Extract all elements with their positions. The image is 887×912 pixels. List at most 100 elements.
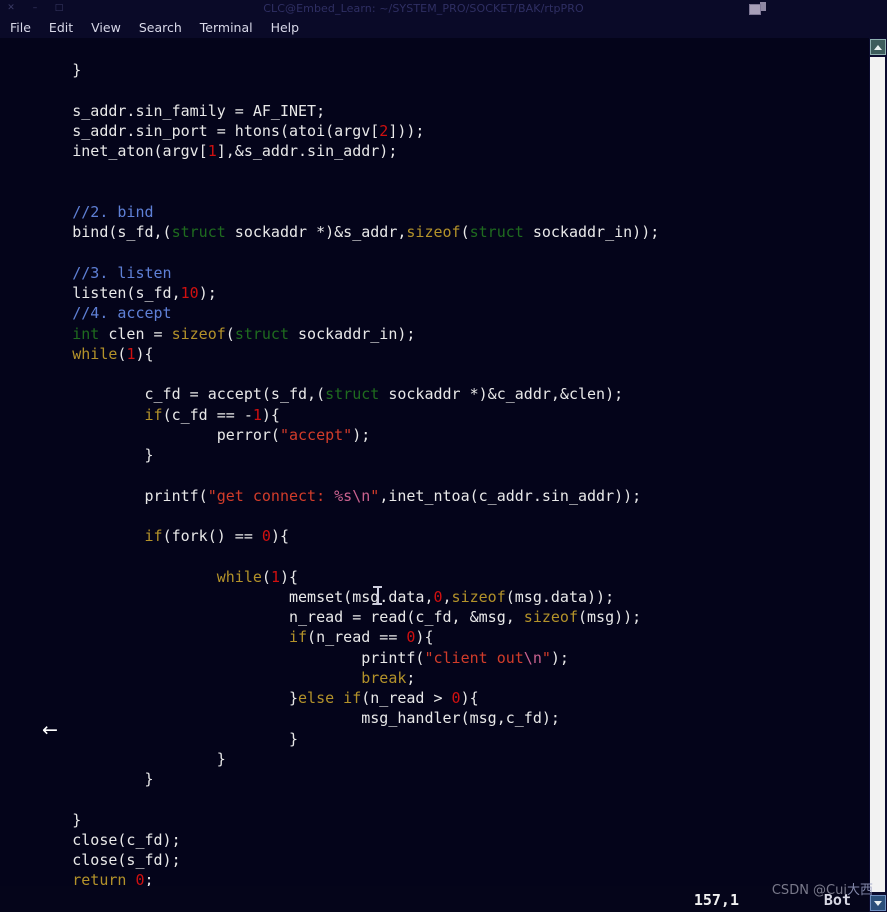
code-token: if: [144, 527, 163, 545]
code-token: (: [460, 223, 470, 242]
code-token: }: [0, 770, 154, 788]
code-token: ){: [279, 567, 299, 586]
menu-item-file[interactable]: File: [6, 20, 40, 35]
code-token: ": [370, 486, 380, 505]
code-token: ){: [415, 628, 434, 647]
code-token: struct: [234, 324, 289, 343]
menu-item-view[interactable]: View: [82, 20, 130, 35]
code-token: s_addr.sin_family = AF_INET;: [0, 101, 326, 120]
code-token: ){: [135, 344, 154, 363]
code-token: );: [352, 425, 371, 444]
menu-item-terminal[interactable]: Terminal: [191, 20, 262, 35]
code-line: }: [0, 769, 869, 789]
vim-code-buffer[interactable]: } s_addr.sin_family = AF_INET; s_addr.si…: [0, 38, 869, 891]
code-line: while(1){: [0, 567, 869, 587]
menu-item-search[interactable]: Search: [130, 20, 191, 35]
code-token: (n_read >: [361, 689, 452, 707]
code-token: ],&s_addr.sin_addr);: [216, 142, 398, 161]
code-token: 1: [207, 142, 217, 161]
code-token: ;: [406, 668, 416, 687]
code-line: //4. accept: [0, 303, 869, 323]
code-line: bind(s_fd,(struct sockaddr *)&s_addr,siz…: [0, 222, 869, 242]
code-token: (c_fd == -: [162, 405, 253, 424]
code-token: close(c_fd);: [0, 830, 181, 849]
restore-window-icon[interactable]: [749, 1, 767, 15]
code-line: n_read = read(c_fd, &msg, sizeof(msg));: [0, 607, 869, 627]
code-token: (n_read ==: [307, 628, 407, 647]
code-token: if: [144, 405, 163, 424]
code-token: 0: [433, 587, 443, 606]
code-line: close(s_fd);: [0, 850, 869, 870]
code-token: }: [0, 446, 154, 464]
code-line: }: [0, 810, 869, 830]
code-line: break;: [0, 668, 869, 688]
code-token: 0: [261, 527, 271, 545]
code-line: }: [0, 729, 869, 749]
menu-item-edit[interactable]: Edit: [40, 20, 82, 35]
code-token: sizeof: [523, 608, 578, 626]
code-token: ){: [261, 405, 280, 424]
window-title: CLC@Embed_Learn: ~/SYSTEM_PRO/SOCKET/BAK…: [263, 1, 584, 15]
code-token: ){: [270, 527, 289, 545]
code-token: printf(: [0, 648, 425, 667]
code-line: while(1){: [0, 344, 869, 364]
code-token: (fork() ==: [162, 527, 262, 545]
maximize-window-icon[interactable]: [54, 3, 64, 13]
code-token: sockaddr *)&s_addr,: [225, 223, 407, 242]
code-token: ": [541, 648, 551, 667]
code-token: sizeof: [171, 324, 226, 343]
code-token: \n: [523, 648, 542, 667]
code-line: listen(s_fd,10);: [0, 283, 869, 303]
code-token: 1: [252, 405, 262, 424]
menu-item-help[interactable]: Help: [262, 20, 309, 35]
code-token: //2. bind: [0, 203, 154, 221]
code-token: (msg));: [577, 608, 642, 626]
scrollbar-track[interactable]: [870, 57, 885, 892]
minimize-window-icon[interactable]: [30, 3, 40, 13]
code-token: struct: [325, 385, 380, 404]
code-token: //4. accept: [0, 304, 172, 323]
code-token: if: [343, 689, 362, 707]
code-line: printf("get connect: %s\n",inet_ntoa(c_a…: [0, 486, 869, 506]
code-token: sizeof: [451, 587, 506, 606]
code-token: ){: [460, 689, 479, 707]
scroll-up-arrow-icon[interactable]: [870, 39, 886, 55]
code-line: s_addr.sin_family = AF_INET;: [0, 101, 869, 121]
code-line: c_fd = accept(s_fd,(struct sockaddr *)&c…: [0, 384, 869, 404]
code-token: 2: [379, 122, 389, 140]
code-token: memset(msg.data,: [0, 587, 434, 606]
vertical-scrollbar[interactable]: [869, 38, 887, 912]
scroll-down-arrow-icon[interactable]: [870, 895, 886, 911]
close-window-icon[interactable]: [6, 3, 16, 13]
window-controls: [0, 3, 110, 13]
code-token: printf(: [0, 486, 208, 505]
code-token: }: [0, 810, 82, 829]
code-token: else: [298, 689, 335, 707]
code-token: bind(s_fd,(: [0, 223, 172, 242]
code-token: while: [216, 567, 262, 586]
code-token: c_fd = accept(s_fd,(: [0, 385, 326, 404]
terminal-body[interactable]: } s_addr.sin_family = AF_INET; s_addr.si…: [0, 38, 869, 912]
code-token: perror(: [0, 425, 280, 444]
scroll-relative-indicator: Bot: [823, 891, 851, 909]
code-token: 0: [451, 689, 461, 707]
code-token: 10: [180, 284, 199, 302]
code-token: sockaddr_in);: [289, 324, 416, 343]
code-token: inet_aton(argv[: [0, 142, 208, 161]
code-token: ,inet_ntoa(c_addr.sin_addr));: [379, 486, 642, 505]
code-token: sockaddr *)&c_addr,&clen);: [379, 385, 624, 404]
